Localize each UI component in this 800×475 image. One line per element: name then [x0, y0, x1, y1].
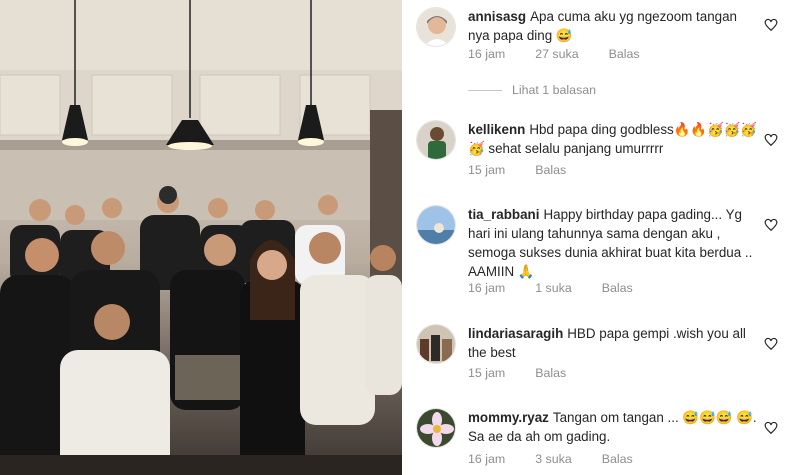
like-heart-icon[interactable] — [764, 421, 778, 435]
reply-button[interactable]: Balas — [602, 281, 633, 295]
user-avatar-icon[interactable] — [416, 408, 456, 448]
comment-likes[interactable]: 3 suka — [535, 452, 572, 466]
comment-meta: 16 jam 3 suka Balas — [468, 452, 663, 466]
comment-text: annisasg Apa cuma aku yg ngezoom tangan n… — [468, 7, 758, 45]
comment-likes[interactable]: 27 suka — [535, 47, 578, 61]
comment-likes[interactable]: 1 suka — [535, 281, 572, 295]
comment-meta: 16 jam 27 suka Balas — [468, 47, 670, 61]
comment-username[interactable]: tia_rabbani — [468, 207, 539, 222]
comment-username[interactable]: kellikenn — [468, 122, 525, 137]
like-heart-icon[interactable] — [764, 18, 778, 32]
group-photo-illustration — [0, 0, 402, 475]
like-heart-icon[interactable] — [764, 218, 778, 232]
replies-divider-line — [468, 90, 502, 92]
user-avatar-icon[interactable] — [416, 120, 456, 160]
view-replies-label[interactable]: Lihat 1 balasan — [512, 83, 596, 97]
comment-meta: 15 jam Balas — [468, 366, 596, 380]
comment-meta: 15 jam Balas — [468, 163, 596, 177]
reply-button[interactable]: Balas — [609, 47, 640, 61]
comments-panel: annisasg Apa cuma aku yg ngezoom tangan n… — [402, 0, 800, 475]
post-photo[interactable] — [0, 0, 402, 475]
view-replies-button[interactable]: Lihat 1 balasan — [468, 83, 596, 99]
comment-meta: 16 jam 1 suka Balas — [468, 281, 663, 295]
comment-time[interactable]: 16 jam — [468, 281, 505, 295]
comment-time[interactable]: 15 jam — [468, 163, 505, 177]
reply-button[interactable]: Balas — [535, 163, 566, 177]
comment-text: mommy.ryaz Tangan om tangan ... 😅😅😅 😅. Sa… — [468, 408, 758, 446]
like-heart-icon[interactable] — [764, 337, 778, 351]
reply-button[interactable]: Balas — [602, 452, 633, 466]
user-avatar-icon[interactable] — [416, 205, 456, 245]
comment-time[interactable]: 15 jam — [468, 366, 505, 380]
like-heart-icon[interactable] — [764, 133, 778, 147]
user-avatar-icon[interactable] — [416, 324, 456, 364]
comment-time[interactable]: 16 jam — [468, 47, 505, 61]
user-avatar-icon[interactable] — [416, 7, 456, 47]
comment-text: kellikenn Hbd papa ding godbless🔥🔥🥳🥳🥳🥳 se… — [468, 120, 758, 158]
comment-username[interactable]: lindariasaragih — [468, 326, 563, 341]
comment-time[interactable]: 16 jam — [468, 452, 505, 466]
comment-text: lindariasaragih HBD papa gempi .wish you … — [468, 324, 758, 362]
comment-text: tia_rabbani Happy birthday papa gading...… — [468, 205, 758, 281]
comment-username[interactable]: annisasg — [468, 9, 526, 24]
comment-username[interactable]: mommy.ryaz — [468, 410, 549, 425]
reply-button[interactable]: Balas — [535, 366, 566, 380]
